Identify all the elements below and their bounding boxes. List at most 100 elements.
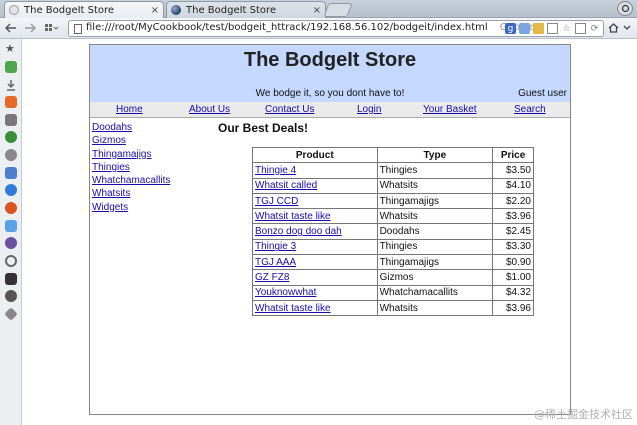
tab-strip: The BodgeIt Store × The BodgeIt Store × bbox=[0, 0, 637, 18]
column-header-product: Product bbox=[252, 146, 378, 164]
category-link-doodahs[interactable]: Doodahs bbox=[92, 121, 170, 134]
tag-icon[interactable] bbox=[4, 307, 18, 321]
product-price: $4.10 bbox=[492, 177, 534, 194]
close-tab-icon[interactable]: × bbox=[151, 5, 159, 16]
orange-circle-icon[interactable] bbox=[5, 202, 17, 214]
settings-icon[interactable] bbox=[5, 255, 17, 267]
feed-icon[interactable] bbox=[5, 96, 17, 108]
category-link-whatsits[interactable]: Whatsits bbox=[92, 187, 170, 200]
tool-icon[interactable] bbox=[5, 114, 17, 126]
home-icon[interactable] bbox=[606, 20, 620, 36]
product-price: $3.96 bbox=[492, 208, 534, 225]
menu-about-us[interactable]: About Us bbox=[189, 104, 230, 115]
table-row: TGJ AAA Thingamajigs $0.90 bbox=[252, 254, 534, 271]
deals-heading: Our Best Deals! bbox=[218, 121, 309, 135]
blue-extension-icon[interactable] bbox=[5, 167, 17, 179]
tab-bodgeit-1[interactable]: The BodgeIt Store × bbox=[4, 1, 164, 18]
product-link[interactable]: Whatsit taste like bbox=[252, 208, 378, 225]
menu-contact-us[interactable]: Contact Us bbox=[265, 104, 314, 115]
download-arrow-icon[interactable] bbox=[5, 79, 17, 91]
menu-your-basket[interactable]: Your Basket bbox=[423, 104, 477, 115]
product-link[interactable]: Thingie 4 bbox=[252, 162, 378, 179]
terminal-icon[interactable] bbox=[5, 273, 17, 285]
glasses-icon[interactable] bbox=[5, 149, 17, 161]
star-icon[interactable]: ☆ bbox=[561, 23, 572, 34]
forward-arrow-icon[interactable] bbox=[22, 20, 38, 36]
category-link-thingies[interactable]: Thingies bbox=[92, 161, 170, 174]
menu-login[interactable]: Login bbox=[357, 104, 381, 115]
product-type: Whatsits bbox=[376, 177, 494, 194]
table-row: Youknowwhat Whatchamacallits $4.32 bbox=[252, 284, 534, 301]
product-link[interactable]: Thingie 3 bbox=[252, 238, 378, 256]
bookmark-star-icon[interactable]: ★ bbox=[5, 43, 17, 55]
menu-home[interactable]: Home bbox=[116, 104, 143, 115]
shield-icon[interactable] bbox=[5, 131, 17, 143]
store-container: The BodgeIt Store We bodge it, so you do… bbox=[89, 44, 571, 415]
category-link-thingamajigs[interactable]: Thingamajigs bbox=[92, 148, 170, 161]
back-arrow-icon[interactable] bbox=[3, 20, 19, 36]
product-link[interactable]: TGJ AAA bbox=[252, 254, 378, 271]
user-status: Guest user bbox=[518, 88, 567, 99]
table-row: Whatsit taste like Whatsits $3.96 bbox=[252, 208, 534, 225]
puzzle-extension-icon[interactable] bbox=[5, 61, 17, 73]
close-tab-icon[interactable]: × bbox=[313, 5, 321, 16]
url-text[interactable]: file:///root/MyCookbook/test/bodgeit_htt… bbox=[86, 22, 488, 33]
page-viewport: The BodgeIt Store We bodge it, so you do… bbox=[22, 39, 637, 425]
category-link-whatchamacallits[interactable]: Whatchamacallits bbox=[92, 174, 170, 187]
table-row: GZ FZ8 Gizmos $1.00 bbox=[252, 269, 534, 286]
extension-sidebar: ★ bbox=[0, 39, 22, 425]
product-link[interactable]: Whatsit taste like bbox=[252, 299, 378, 317]
table-row: TGJ CCD Thingamajigs $2.20 bbox=[252, 192, 534, 210]
store-title: The BodgeIt Store bbox=[243, 49, 417, 71]
product-link[interactable]: TGJ CCD bbox=[252, 192, 378, 210]
product-link[interactable]: Bonzo dog doo dah bbox=[252, 223, 378, 240]
tab-title: The BodgeIt Store bbox=[186, 4, 277, 16]
table-row: Whatsit taste like Whatsits $3.96 bbox=[252, 299, 534, 317]
globe-favicon-icon bbox=[171, 5, 181, 15]
table-header-row: Product Type Price bbox=[252, 146, 534, 164]
product-type: Thingies bbox=[376, 238, 494, 256]
window-icon[interactable] bbox=[547, 23, 558, 34]
tab-bodgeit-2[interactable]: The BodgeIt Store × bbox=[166, 1, 326, 18]
info-icon[interactable] bbox=[5, 184, 17, 196]
deals-table: Product Type Price Thingie 4 Thingies $3.5… bbox=[252, 146, 534, 317]
tab-title: The BodgeIt Store bbox=[24, 4, 115, 16]
page-icon bbox=[74, 24, 82, 34]
product-price: $1.00 bbox=[492, 269, 534, 286]
product-type: Whatsits bbox=[376, 208, 494, 225]
apps-grid-icon[interactable] bbox=[42, 20, 62, 36]
main-menu: Home About Us Contact Us Login Your Bask… bbox=[90, 102, 570, 118]
watermark: @稀土掘金技术社区 bbox=[534, 408, 633, 421]
product-link[interactable]: Youknowwhat bbox=[252, 284, 378, 301]
category-link-widgets[interactable]: Widgets bbox=[92, 201, 170, 214]
category-link-gizmos[interactable]: Gizmos bbox=[92, 134, 170, 147]
menu-search[interactable]: Search bbox=[514, 104, 546, 115]
product-price: $0.90 bbox=[492, 254, 534, 271]
product-price: $3.96 bbox=[492, 299, 534, 317]
table-row: Thingie 4 Thingies $3.50 bbox=[252, 162, 534, 179]
category-nav: Doodahs Gizmos Thingamajigs Thingies Wha… bbox=[92, 121, 170, 214]
gear-icon[interactable] bbox=[5, 237, 17, 249]
reload-icon[interactable]: ⟳ bbox=[589, 23, 600, 34]
mail-icon[interactable] bbox=[575, 23, 586, 34]
extension-icon[interactable]: g bbox=[505, 23, 516, 34]
product-link[interactable]: GZ FZ8 bbox=[252, 269, 378, 286]
product-type: Gizmos bbox=[376, 269, 494, 286]
product-price: $2.20 bbox=[492, 192, 534, 210]
new-tab-button[interactable] bbox=[323, 3, 353, 17]
translate-icon[interactable] bbox=[519, 23, 530, 34]
wrench-menu-icon[interactable] bbox=[620, 20, 634, 36]
column-header-price: Price bbox=[492, 146, 534, 164]
product-link[interactable]: Whatsit called bbox=[252, 177, 378, 194]
product-type: Doodahs bbox=[376, 223, 494, 240]
dollar-icon[interactable] bbox=[5, 220, 17, 232]
address-bar[interactable]: file:///root/MyCookbook/test/bodgeit_htt… bbox=[68, 20, 604, 37]
window-control-icon[interactable] bbox=[617, 1, 633, 16]
product-type: Thingamajigs bbox=[376, 192, 494, 210]
folder-icon[interactable] bbox=[533, 23, 544, 34]
product-type: Thingies bbox=[376, 162, 494, 179]
page-favicon-icon bbox=[9, 5, 19, 15]
globe-icon[interactable] bbox=[5, 290, 17, 302]
table-row: Whatsit called Whatsits $4.10 bbox=[252, 177, 534, 194]
product-price: $2.45 bbox=[492, 223, 534, 240]
